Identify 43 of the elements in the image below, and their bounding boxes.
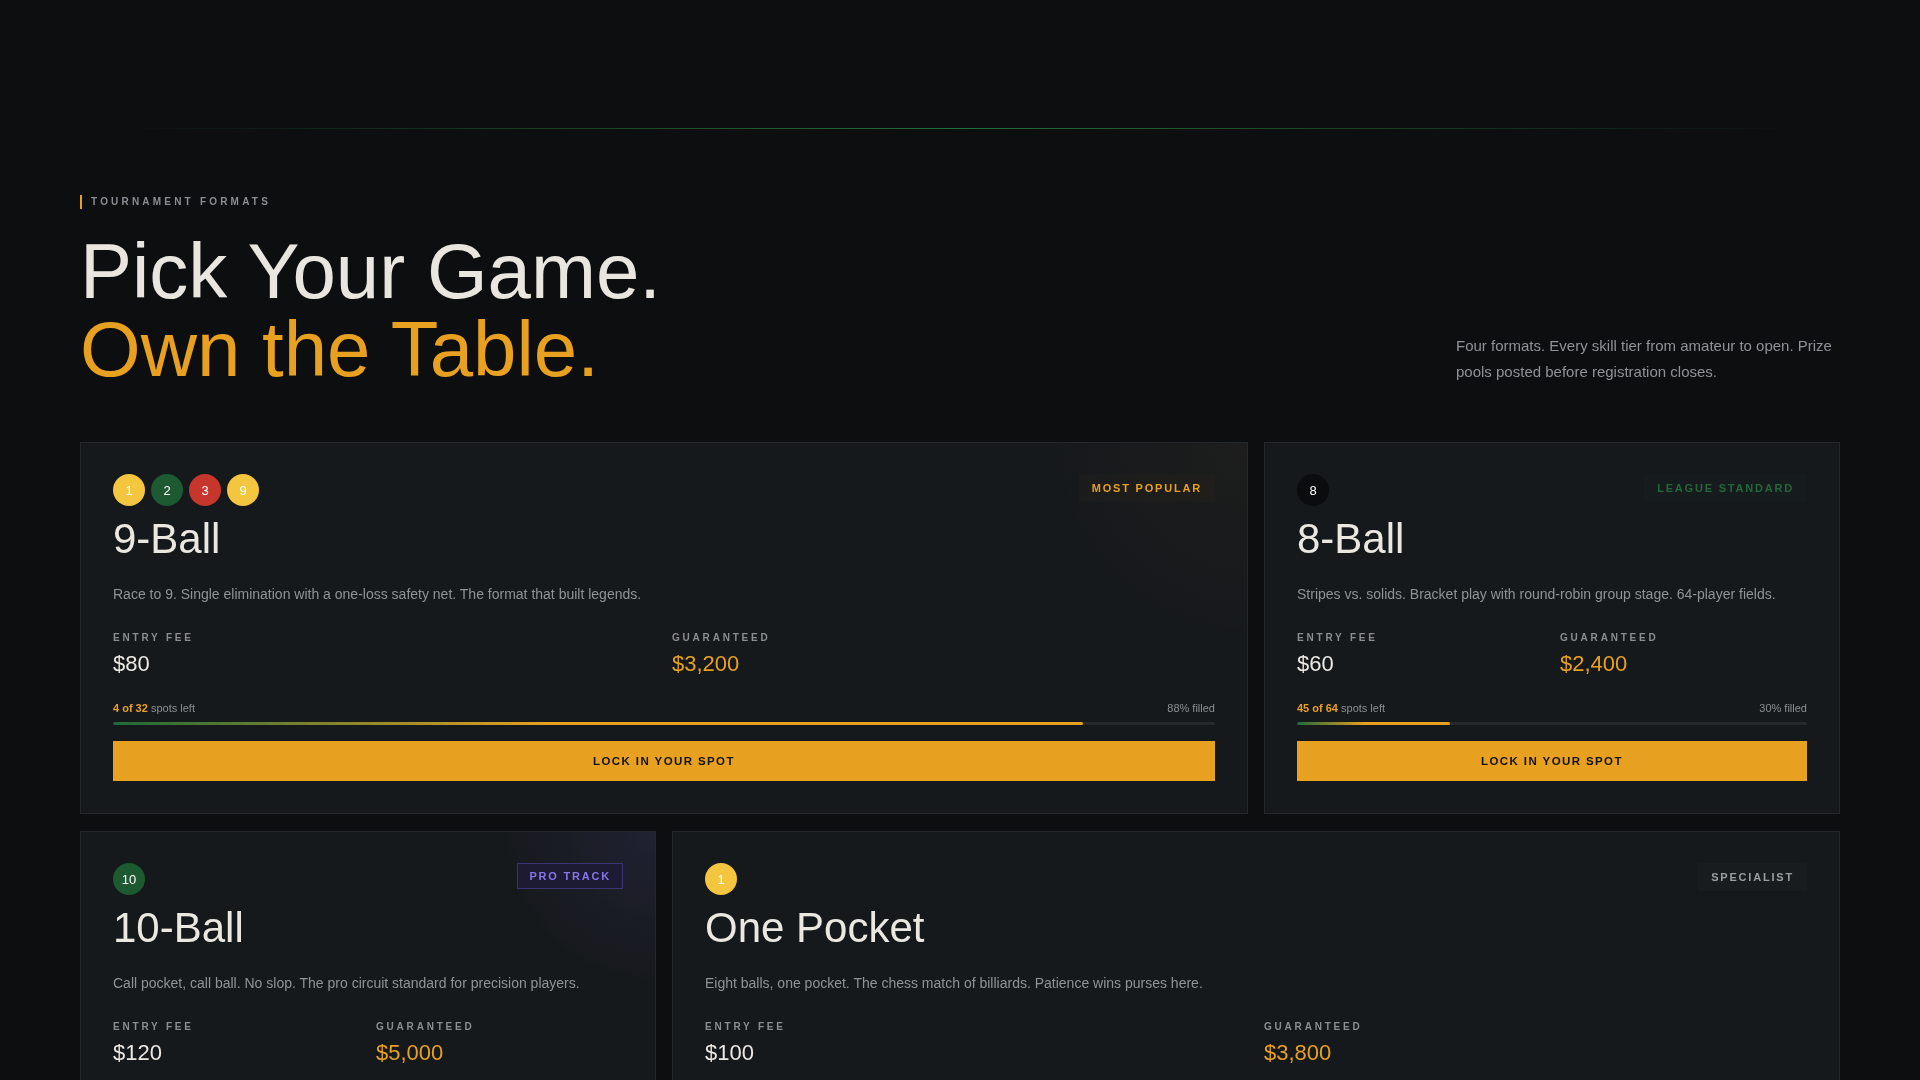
pool-ball: 1 <box>113 474 145 506</box>
stat-label: GUARANTEED <box>672 631 771 645</box>
card-title: 10-Ball <box>113 905 245 951</box>
card-description: Eight balls, one pocket. The chess match of billiards. Patience wins purses here. <box>705 974 1204 993</box>
card-description: Stripes vs. solids. Bracket play with round-robin group stage. 64-player fields. <box>1297 585 1777 604</box>
card-title: One Pocket <box>705 905 926 951</box>
stat-label: ENTRY FEE <box>1297 631 1378 645</box>
pool-ball: 2 <box>151 474 183 506</box>
stat-label: GUARANTEED <box>1560 631 1659 645</box>
spots-left-text: 4 of 32 spots left <box>113 701 195 715</box>
stat-value: $2,400 <box>1560 651 1628 677</box>
spots-left-text: 45 of 64 spots left <box>1297 701 1386 715</box>
pool-ball: 9 <box>227 474 259 506</box>
stat-value: $3,800 <box>1264 1040 1332 1066</box>
card-description: Race to 9. Single elimination with a one-loss safety net. The format that built legends. <box>113 585 643 604</box>
stat-label: ENTRY FEE <box>705 1020 786 1034</box>
section-eyebrow: TOURNAMENT FORMATS <box>80 195 271 209</box>
register-button[interactable]: LOCK IN YOUR SPOT <box>113 741 1215 781</box>
intro-text: Four formats. Every skill tier from amateur to open. Prize pools posted before registration closes. <box>1456 336 1833 382</box>
stat-label: ENTRY FEE <box>113 631 194 645</box>
stat-label: GUARANTEED <box>1264 1020 1363 1034</box>
stat-label: ENTRY FEE <box>113 1020 194 1034</box>
filled-percent: 30% filled <box>1759 701 1807 715</box>
stat-value: $80 <box>113 651 150 677</box>
stat-value: $60 <box>1297 651 1334 677</box>
stat-value: $100 <box>705 1040 754 1066</box>
format-tag: PRO TRACK <box>517 863 623 889</box>
filled-percent: 88% filled <box>1167 701 1215 715</box>
stat-label: GUARANTEED <box>376 1020 475 1034</box>
format-tag: MOST POPULAR <box>1078 474 1215 502</box>
stat-value: $5,000 <box>376 1040 444 1066</box>
stat-value: $120 <box>113 1040 162 1066</box>
card-description: Call pocket, call ball. No slop. The pro circuit standard for precision players. <box>113 974 581 993</box>
pool-ball: 1 <box>705 863 737 895</box>
pool-ball: 8 <box>1297 474 1329 506</box>
register-button[interactable]: LOCK IN YOUR SPOT <box>1297 741 1807 781</box>
pool-ball: 3 <box>189 474 221 506</box>
card-title: 8-Ball <box>1297 516 1406 562</box>
stat-value: $3,200 <box>672 651 740 677</box>
headline-accent: Own the Table. <box>80 310 599 388</box>
pool-ball: 10 <box>113 863 145 895</box>
card-title: 9-Ball <box>113 516 222 562</box>
headline: Pick Your Game. <box>80 232 661 310</box>
